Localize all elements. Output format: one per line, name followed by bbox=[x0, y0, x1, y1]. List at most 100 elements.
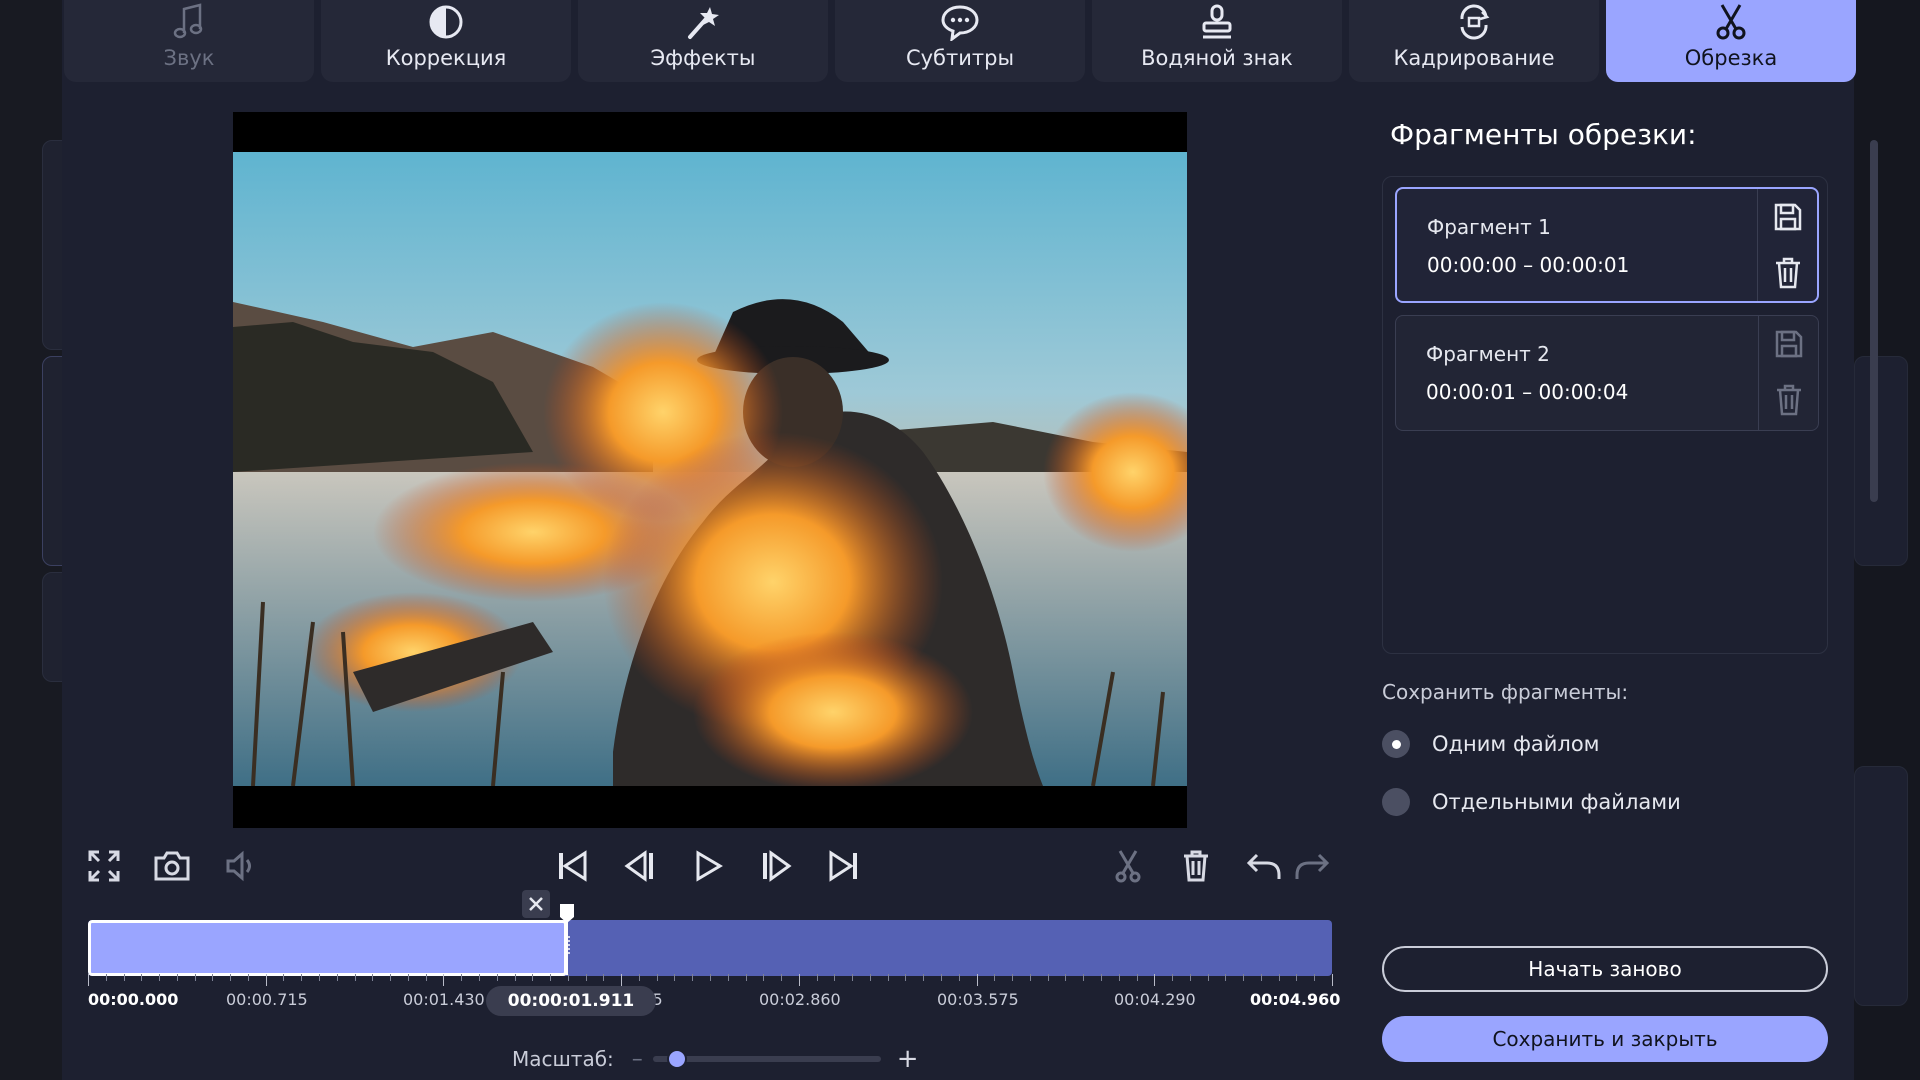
fragment-item[interactable]: Фрагмент 1 00:00:00 – 00:00:01 bbox=[1395, 187, 1819, 303]
ruler-tick bbox=[230, 974, 231, 981]
ruler-tick bbox=[1225, 974, 1226, 981]
previous-frame-button[interactable] bbox=[618, 844, 662, 888]
remove-marker-button[interactable] bbox=[522, 890, 550, 918]
panel-scrollbar[interactable] bbox=[1870, 140, 1878, 502]
ruler-tick bbox=[479, 974, 480, 981]
radio-label: Одним файлом bbox=[1432, 732, 1600, 756]
ruler-tick bbox=[1065, 974, 1066, 981]
save-fragment-button[interactable] bbox=[1773, 328, 1805, 360]
video-preview[interactable] bbox=[233, 112, 1187, 828]
ruler-tick bbox=[1030, 974, 1031, 981]
playhead-handle[interactable] bbox=[559, 903, 575, 975]
play-button[interactable] bbox=[686, 844, 730, 888]
tab-crop[interactable]: Кадрирование bbox=[1349, 0, 1599, 82]
ruler-tick bbox=[1261, 974, 1262, 981]
zoom-slider[interactable] bbox=[652, 1049, 881, 1069]
ruler-tick bbox=[248, 974, 249, 981]
delete-fragment-button[interactable] bbox=[1772, 257, 1804, 289]
timeline-time-label: 00:04.290 bbox=[1114, 990, 1196, 1009]
volume-button[interactable] bbox=[218, 844, 262, 888]
ruler-tick bbox=[639, 974, 640, 981]
floppy-disk-icon bbox=[1775, 330, 1803, 358]
trash-icon bbox=[1776, 257, 1800, 289]
radio-single-file[interactable]: Одним файлом bbox=[1382, 730, 1600, 758]
ruler-tick bbox=[301, 974, 302, 981]
go-to-start-button[interactable] bbox=[550, 844, 594, 888]
player-controls bbox=[62, 834, 1330, 894]
undo-button[interactable] bbox=[1242, 844, 1286, 888]
fragment-item[interactable]: Фрагмент 2 00:00:01 – 00:00:04 bbox=[1395, 315, 1819, 431]
cut-button[interactable] bbox=[1106, 844, 1150, 888]
music-note-icon bbox=[169, 2, 209, 42]
tab-trim[interactable]: Обрезка bbox=[1606, 0, 1856, 82]
tool-tabs: Звук Коррекция Эффекты Субтитры Водяной … bbox=[62, 0, 1856, 82]
radio-dot-unchecked[interactable] bbox=[1382, 788, 1410, 816]
playhead-icon bbox=[560, 904, 574, 975]
contrast-icon bbox=[426, 2, 466, 42]
ruler-tick bbox=[1296, 974, 1297, 981]
ruler-tick bbox=[923, 974, 924, 981]
ruler-tick bbox=[195, 974, 196, 981]
background-right-panel bbox=[1854, 0, 1920, 1080]
ruler-tick bbox=[461, 974, 462, 981]
fragment-time: 00:00:01 – 00:00:04 bbox=[1426, 380, 1629, 404]
tab-subtitles[interactable]: Субтитры bbox=[835, 0, 1085, 82]
delete-button[interactable] bbox=[1174, 844, 1218, 888]
zoom-out-button[interactable]: – bbox=[632, 1047, 643, 1072]
timeline-ruler bbox=[88, 974, 1333, 986]
tab-label: Субтитры bbox=[905, 46, 1015, 70]
ruler-tick bbox=[319, 974, 320, 981]
delete-fragment-button[interactable] bbox=[1773, 384, 1805, 416]
radio-separate-files[interactable]: Отдельными файлами bbox=[1382, 788, 1681, 816]
timeline-track[interactable] bbox=[88, 920, 1332, 976]
zoom-slider-knob[interactable] bbox=[666, 1049, 687, 1069]
restart-button[interactable]: Начать заново bbox=[1382, 946, 1828, 992]
tab-label: Водяной знак bbox=[1141, 46, 1293, 70]
ruler-tick bbox=[443, 974, 444, 986]
ruler-tick bbox=[817, 974, 818, 981]
radio-dot-checked[interactable] bbox=[1382, 730, 1410, 758]
ruler-tick bbox=[177, 974, 178, 981]
step-back-icon bbox=[624, 850, 653, 882]
tab-sound[interactable]: Звук bbox=[64, 0, 314, 82]
ruler-tick bbox=[266, 974, 267, 986]
tab-label: Эффекты bbox=[650, 46, 756, 70]
ruler-tick bbox=[1083, 974, 1084, 981]
tab-watermark[interactable]: Водяной знак bbox=[1092, 0, 1342, 82]
ruler-tick bbox=[1101, 974, 1102, 981]
save-fragment-button[interactable] bbox=[1772, 201, 1804, 233]
background-card bbox=[1854, 766, 1908, 1006]
ruler-tick bbox=[1172, 974, 1173, 981]
fullscreen-button[interactable] bbox=[82, 844, 126, 888]
tab-label: Коррекция bbox=[385, 46, 507, 70]
go-to-end-button[interactable] bbox=[822, 844, 866, 888]
background-left-panel bbox=[0, 0, 82, 1080]
tab-label: Звук bbox=[163, 46, 215, 70]
redo-button[interactable] bbox=[1290, 844, 1334, 888]
tab-effects[interactable]: Эффекты bbox=[578, 0, 828, 82]
snapshot-button[interactable] bbox=[150, 844, 194, 888]
ruler-tick bbox=[888, 974, 889, 981]
fragments-title: Фрагменты обрезки: bbox=[1390, 118, 1697, 151]
ruler-tick bbox=[746, 974, 747, 981]
save-and-close-button[interactable]: Сохранить и закрыть bbox=[1382, 1016, 1828, 1062]
timeline-time-label: 00:00.000 bbox=[88, 990, 179, 1009]
ruler-tick bbox=[603, 974, 604, 981]
ruler-tick bbox=[426, 974, 427, 981]
ruler-tick bbox=[728, 974, 729, 981]
ruler-tick bbox=[692, 974, 693, 981]
zoom-in-button[interactable]: + bbox=[897, 1044, 919, 1074]
ruler-tick bbox=[710, 974, 711, 981]
ruler-tick bbox=[674, 974, 675, 981]
selected-fragment-region[interactable] bbox=[88, 920, 567, 976]
ruler-tick bbox=[337, 974, 338, 981]
fragment-name: Фрагмент 2 bbox=[1426, 342, 1550, 366]
ruler-tick bbox=[1314, 974, 1315, 981]
tab-correction[interactable]: Коррекция bbox=[321, 0, 571, 82]
ruler-tick bbox=[586, 974, 587, 981]
fragment-time: 00:00:00 – 00:00:01 bbox=[1427, 253, 1630, 277]
save-fragments-label: Сохранить фрагменты: bbox=[1382, 680, 1629, 704]
next-frame-button[interactable] bbox=[754, 844, 798, 888]
undo-icon bbox=[1246, 853, 1281, 879]
step-forward-icon bbox=[763, 850, 792, 882]
